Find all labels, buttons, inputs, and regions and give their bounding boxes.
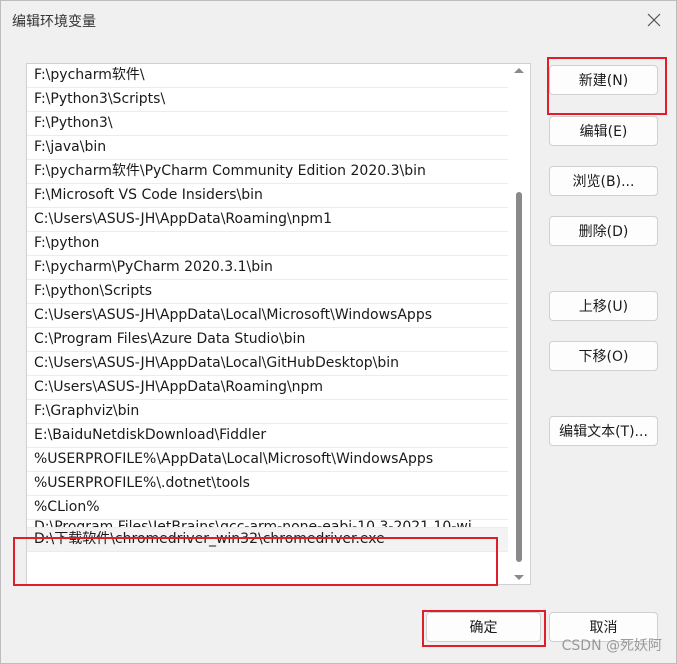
scroll-thumb[interactable]: [516, 192, 522, 562]
list-item-selected[interactable]: D:\下载软件\chromedriver_win32\chromedriver.…: [27, 528, 508, 552]
list-item[interactable]: F:\Python3\: [27, 112, 508, 136]
list-item[interactable]: %USERPROFILE%\.dotnet\tools: [27, 472, 508, 496]
list-item[interactable]: F:\Python3\Scripts\: [27, 88, 508, 112]
list-item[interactable]: C:\Users\ASUS-JH\AppData\Roaming\npm1: [27, 208, 508, 232]
delete-button[interactable]: 删除(D): [549, 216, 658, 246]
env-var-list-items: F:\pycharm软件\ F:\Python3\Scripts\ F:\Pyt…: [27, 64, 508, 552]
browse-button[interactable]: 浏览(B)...: [549, 166, 658, 196]
new-button[interactable]: 新建(N): [549, 65, 658, 95]
list-item[interactable]: C:\Users\ASUS-JH\AppData\Local\Microsoft…: [27, 304, 508, 328]
list-item[interactable]: D:\Program Files\JetBrains\gcc-arm-none-…: [27, 512, 508, 528]
list-item[interactable]: E:\BaiduNetdiskDownload\Fiddler: [27, 424, 508, 448]
scroll-down-icon[interactable]: [514, 575, 524, 580]
env-var-list[interactable]: F:\pycharm软件\ F:\Python3\Scripts\ F:\Pyt…: [26, 63, 531, 585]
title-bar: 编辑环境变量: [1, 1, 676, 41]
dialog-title: 编辑环境变量: [12, 14, 96, 30]
move-up-button[interactable]: 上移(U): [549, 291, 658, 321]
watermark-text: CSDN @死妖阿: [561, 638, 662, 654]
edit-button[interactable]: 编辑(E): [549, 116, 658, 146]
list-item[interactable]: F:\pycharm软件\: [27, 64, 508, 88]
list-item[interactable]: C:\Program Files\Azure Data Studio\bin: [27, 328, 508, 352]
close-button[interactable]: [638, 5, 670, 35]
ok-button[interactable]: 确定: [426, 612, 541, 642]
close-icon: [647, 13, 661, 27]
list-item[interactable]: F:\python: [27, 232, 508, 256]
list-item[interactable]: F:\Microsoft VS Code Insiders\bin: [27, 184, 508, 208]
list-item[interactable]: F:\pycharm软件\PyCharm Community Edition 2…: [27, 160, 508, 184]
list-item[interactable]: F:\python\Scripts: [27, 280, 508, 304]
list-scrollbar[interactable]: [508, 64, 530, 584]
list-item[interactable]: F:\pycharm\PyCharm 2020.3.1\bin: [27, 256, 508, 280]
list-item[interactable]: C:\Users\ASUS-JH\AppData\Roaming\npm: [27, 376, 508, 400]
list-item[interactable]: F:\Graphviz\bin: [27, 400, 508, 424]
list-item[interactable]: F:\java\bin: [27, 136, 508, 160]
move-down-button[interactable]: 下移(O): [549, 341, 658, 371]
scroll-up-icon[interactable]: [514, 68, 524, 73]
list-item[interactable]: C:\Users\ASUS-JH\AppData\Local\GitHubDes…: [27, 352, 508, 376]
edit-text-button[interactable]: 编辑文本(T)...: [549, 416, 658, 446]
edit-env-var-dialog: 编辑环境变量 F:\pycharm软件\ F:\Python3\Scripts\…: [0, 0, 677, 664]
list-item[interactable]: %USERPROFILE%\AppData\Local\Microsoft\Wi…: [27, 448, 508, 472]
